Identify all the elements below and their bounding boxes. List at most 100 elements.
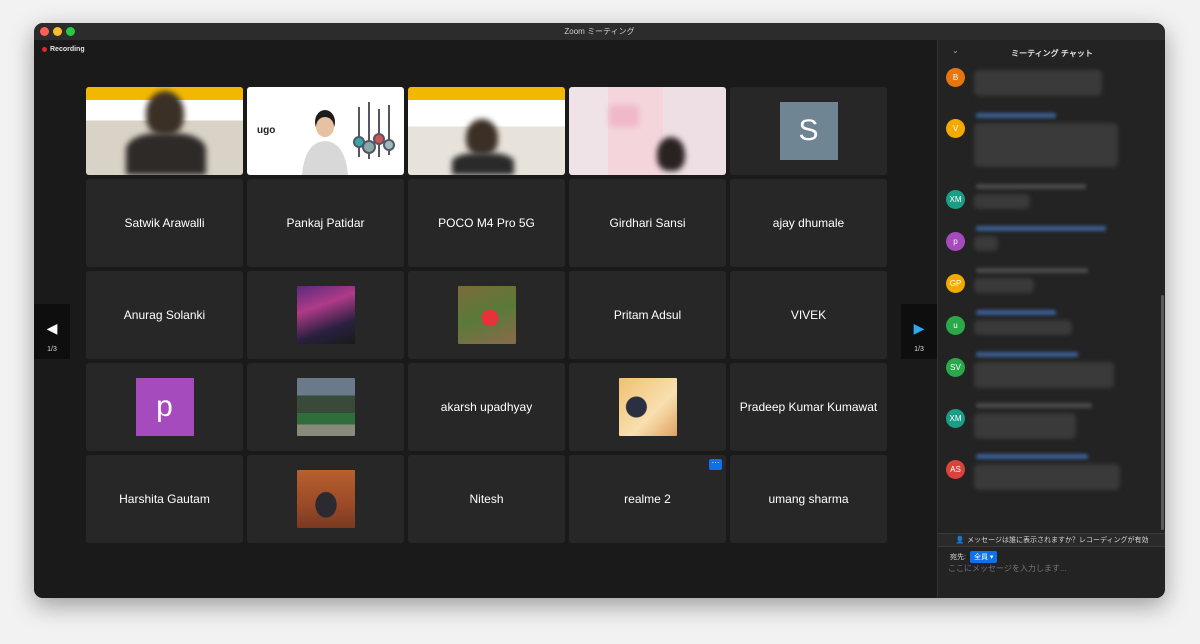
sender-avatar: V [946, 119, 965, 138]
page-indicator-right: 1/3 [914, 346, 924, 353]
participant-tile[interactable]: ··· realme 2 [569, 455, 726, 543]
chat-title: ミーティング チャット [1011, 49, 1093, 58]
message-meta-blurred [976, 226, 1106, 231]
blurred-person-body [452, 153, 514, 175]
sender-avatar: XM [946, 190, 965, 209]
chat-panel: ⌄ ミーティング チャット B V XM p GP u SV XM AS 👤 メ… [937, 40, 1165, 598]
sender-avatar: SV [946, 358, 965, 377]
chat-message: V [946, 113, 1146, 179]
chat-message: B [946, 68, 1146, 108]
sender-avatar: AS [946, 460, 965, 479]
participant-name: akarsh upadhyay [440, 400, 533, 414]
zoom-window: Zoom ミーティング Recording ◀ 1/3 ▶ 1/3 ugo S … [34, 23, 1165, 598]
participant-name: Pritam Adsul [613, 308, 682, 322]
chat-message: XM [946, 403, 1146, 449]
message-meta-blurred [976, 352, 1078, 357]
message-input[interactable] [948, 564, 1148, 573]
previous-page-button[interactable]: ◀ 1/3 [34, 304, 70, 359]
chat-message: u [946, 310, 1146, 346]
participant-tile-photo[interactable] [569, 363, 726, 451]
video-scene [302, 102, 395, 175]
blurred-person [146, 91, 184, 135]
recipient-label: 宛先: [950, 554, 966, 561]
sender-avatar: GP [946, 274, 965, 293]
participant-name: umang sharma [768, 492, 849, 506]
participant-name: Harshita Gautam [119, 492, 210, 506]
message-meta-blurred [976, 113, 1056, 118]
participant-tile[interactable]: Pritam Adsul [569, 271, 726, 359]
recording-indicator: Recording [42, 46, 85, 53]
participant-tile[interactable]: Anurag Solanki [86, 271, 243, 359]
participant-name: realme 2 [624, 492, 671, 506]
chat-scrollbar[interactable] [1161, 295, 1164, 530]
message-meta-blurred [976, 268, 1088, 273]
message-meta-blurred [976, 403, 1092, 408]
more-options-icon[interactable]: ··· [709, 459, 722, 470]
blurred-person [657, 137, 685, 171]
participant-tile-p[interactable]: p [86, 363, 243, 451]
video-tile-4[interactable] [569, 87, 726, 175]
video-tile-3[interactable] [408, 87, 565, 175]
blurred-sticky-notes [609, 105, 639, 127]
profile-photo [457, 286, 516, 344]
participant-name: ajay dhumale [772, 216, 845, 230]
participant-tile[interactable]: umang sharma [730, 455, 887, 543]
page-indicator-left: 1/3 [47, 346, 57, 353]
recording-label: Recording [50, 46, 85, 53]
video-tile-active-speaker[interactable] [86, 87, 243, 175]
sender-avatar: B [946, 68, 965, 87]
message-meta-blurred [976, 184, 1086, 189]
blurred-person [466, 119, 498, 155]
sender-avatar: XM [946, 409, 965, 428]
message-bubble-blurred [974, 464, 1120, 490]
participant-name: Anurag Solanki [123, 308, 206, 322]
participant-tile[interactable]: Harshita Gautam [86, 455, 243, 543]
title-bar: Zoom ミーティング [34, 23, 1165, 41]
participant-tile-photo[interactable] [247, 455, 404, 543]
message-meta-blurred [976, 310, 1056, 315]
participant-name: Pradeep Kumar Kumawat [739, 400, 878, 414]
window-title: Zoom ミーティング [564, 27, 635, 36]
participant-name: Satwik Arawalli [124, 216, 205, 230]
recipient-dropdown[interactable]: 全員 ▾ [969, 551, 998, 563]
participant-tile[interactable]: Nitesh [408, 455, 565, 543]
sender-avatar: p [946, 232, 965, 251]
chat-message: XM [946, 184, 1146, 220]
profile-photo [296, 286, 355, 344]
participant-tile[interactable]: Satwik Arawalli [86, 179, 243, 267]
message-bubble-blurred [974, 362, 1114, 388]
participant-name: Nitesh [469, 492, 504, 506]
participant-tile[interactable]: VIVEK [730, 271, 887, 359]
message-bubble-blurred [974, 123, 1118, 167]
chat-header: ⌄ ミーティング チャット [938, 40, 1165, 64]
chevron-down-icon: ▾ [989, 554, 994, 561]
chat-message: GP [946, 268, 1146, 304]
notice-text: メッセージは誰に表示されますか？レコーディングが有効 [967, 537, 1149, 544]
recipient-row: 宛先: 全員 ▾ [950, 551, 998, 563]
participant-tile[interactable]: akarsh upadhyay [408, 363, 565, 451]
participant-name: VIVEK [790, 308, 827, 322]
profile-photo [296, 470, 355, 528]
message-bubble-blurred [974, 194, 1030, 209]
chat-visibility-notice[interactable]: 👤 メッセージは誰に表示されますか？レコーディングが有効 [938, 533, 1165, 547]
video-tile-ugo[interactable]: ugo [247, 87, 404, 175]
recipient-value: 全員 [973, 554, 988, 561]
participant-tile-photo[interactable] [247, 271, 404, 359]
participant-tile[interactable]: Girdhari Sansi [569, 179, 726, 267]
participant-name: POCO M4 Pro 5G [438, 216, 535, 230]
sender-avatar: u [946, 316, 965, 335]
gallery-view: Recording ◀ 1/3 ▶ 1/3 ugo S Satwik Arawa… [34, 40, 937, 598]
right-arrow-icon: ▶ [913, 320, 925, 336]
recording-dot-icon [42, 47, 47, 52]
profile-photo [296, 378, 355, 436]
participant-avatar: p [135, 378, 194, 436]
participant-tile-photo[interactable] [408, 271, 565, 359]
participant-tile[interactable]: Pankaj Patidar [247, 179, 404, 267]
next-page-button[interactable]: ▶ 1/3 [901, 304, 937, 359]
participant-avatar: S [779, 102, 838, 160]
participant-tile[interactable]: ajay dhumale [730, 179, 887, 267]
participant-tile-photo[interactable] [247, 363, 404, 451]
participant-tile-s[interactable]: S [730, 87, 887, 175]
participant-tile[interactable]: POCO M4 Pro 5G [408, 179, 565, 267]
participant-tile[interactable]: Pradeep Kumar Kumawat [730, 363, 887, 451]
